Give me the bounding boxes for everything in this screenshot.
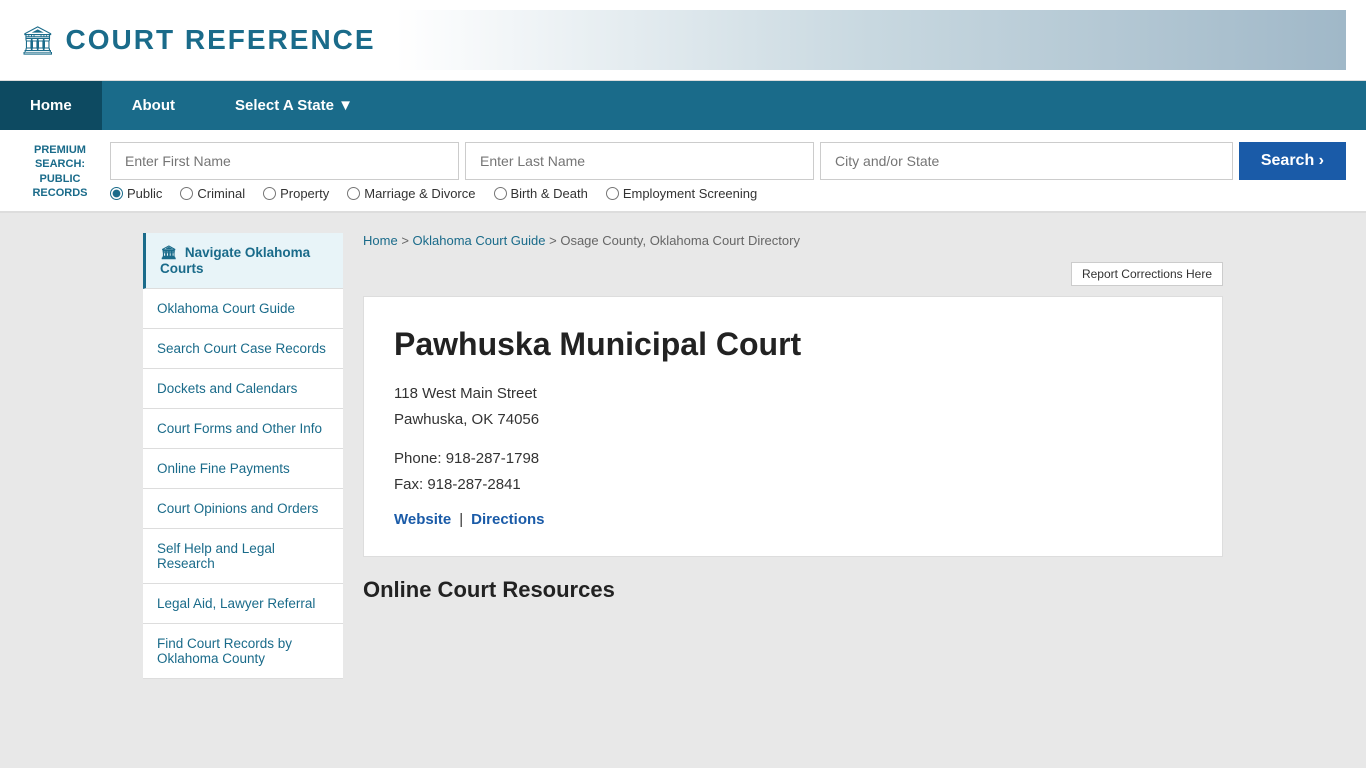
search-button[interactable]: Search ›	[1239, 142, 1346, 180]
radio-employment-screening[interactable]: Employment Screening	[606, 186, 757, 201]
main-nav: Home About Select A State ▼	[0, 81, 1366, 130]
breadcrumb-row: Home > Oklahoma Court Guide > Osage Coun…	[363, 233, 1223, 296]
court-address-line1: 118 West Main Street	[394, 385, 537, 402]
logo-text: COURT REFERENCE	[66, 24, 376, 56]
main-container: 🏛 Navigate Oklahoma Courts Oklahoma Cour…	[133, 213, 1233, 699]
nav-select-state[interactable]: Select A State ▼	[205, 81, 383, 130]
radio-public[interactable]: Public	[110, 186, 162, 201]
sidebar-item-legal-aid-lawyer-referral[interactable]: Legal Aid, Lawyer Referral	[143, 584, 343, 624]
columns-icon: 🏛	[160, 245, 181, 260]
sidebar-item-online-fine-payments[interactable]: Online Fine Payments	[143, 449, 343, 489]
first-name-input[interactable]	[110, 142, 459, 180]
search-section: PREMIUM SEARCH: PUBLIC RECORDS Search › …	[0, 130, 1366, 213]
sidebar: 🏛 Navigate Oklahoma Courts Oklahoma Cour…	[143, 233, 343, 679]
sidebar-item-oklahoma-court-guide[interactable]: Oklahoma Court Guide	[143, 289, 343, 329]
sidebar-item-court-forms-and-other-info[interactable]: Court Forms and Other Info	[143, 409, 343, 449]
breadcrumb: Home > Oklahoma Court Guide > Osage Coun…	[363, 233, 1223, 248]
nav-home[interactable]: Home	[0, 81, 102, 130]
nav-about[interactable]: About	[102, 81, 205, 130]
logo-icon: 🏛	[20, 24, 56, 57]
sidebar-item-search-court-case-records[interactable]: Search Court Case Records	[143, 329, 343, 369]
radio-birth-death[interactable]: Birth & Death	[494, 186, 588, 201]
court-card: Pawhuska Municipal Court 118 West Main S…	[363, 296, 1223, 557]
breadcrumb-current: Osage County, Oklahoma Court Directory	[560, 233, 800, 248]
court-phone-fax: Phone: 918-287-1798 Fax: 918-287-2841	[394, 446, 1192, 497]
premium-label: PREMIUM SEARCH: PUBLIC RECORDS	[20, 143, 100, 200]
header-decorative-image	[396, 10, 1346, 70]
search-form: Search › Public Criminal Property Marria…	[110, 142, 1346, 201]
content-area: Home > Oklahoma Court Guide > Osage Coun…	[363, 233, 1223, 679]
court-fax: Fax: 918-287-2841	[394, 476, 521, 493]
sidebar-item-navigate-oklahoma-courts[interactable]: 🏛 Navigate Oklahoma Courts	[143, 233, 343, 289]
radio-marriage-divorce[interactable]: Marriage & Divorce	[347, 186, 475, 201]
court-website-link[interactable]: Website	[394, 511, 451, 528]
search-type-row: Public Criminal Property Marriage & Divo…	[110, 186, 1346, 201]
logo[interactable]: 🏛 COURT REFERENCE	[20, 24, 376, 57]
breadcrumb-home[interactable]: Home	[363, 233, 398, 248]
report-corrections-button[interactable]: Report Corrections Here	[1071, 262, 1223, 286]
search-input-row: Search ›	[110, 142, 1346, 180]
breadcrumb-guide[interactable]: Oklahoma Court Guide	[413, 233, 546, 248]
sidebar-item-find-court-records[interactable]: Find Court Records by Oklahoma County	[143, 624, 343, 679]
city-input[interactable]	[820, 142, 1233, 180]
court-address-line2: Pawhuska, OK 74056	[394, 411, 539, 428]
radio-criminal[interactable]: Criminal	[180, 186, 245, 201]
radio-property[interactable]: Property	[263, 186, 329, 201]
court-links: Website | Directions	[394, 511, 1192, 528]
online-resources-title: Online Court Resources	[363, 577, 1223, 603]
court-directions-link[interactable]: Directions	[471, 511, 544, 528]
sidebar-item-court-opinions-and-orders[interactable]: Court Opinions and Orders	[143, 489, 343, 529]
last-name-input[interactable]	[465, 142, 814, 180]
sidebar-item-self-help-and-legal-research[interactable]: Self Help and Legal Research	[143, 529, 343, 584]
sidebar-item-dockets-and-calendars[interactable]: Dockets and Calendars	[143, 369, 343, 409]
court-name: Pawhuska Municipal Court	[394, 325, 1192, 363]
link-separator: |	[459, 511, 463, 528]
site-header: 🏛 COURT REFERENCE	[0, 0, 1366, 81]
court-phone: Phone: 918-287-1798	[394, 450, 539, 467]
court-address: 118 West Main Street Pawhuska, OK 74056	[394, 381, 1192, 432]
